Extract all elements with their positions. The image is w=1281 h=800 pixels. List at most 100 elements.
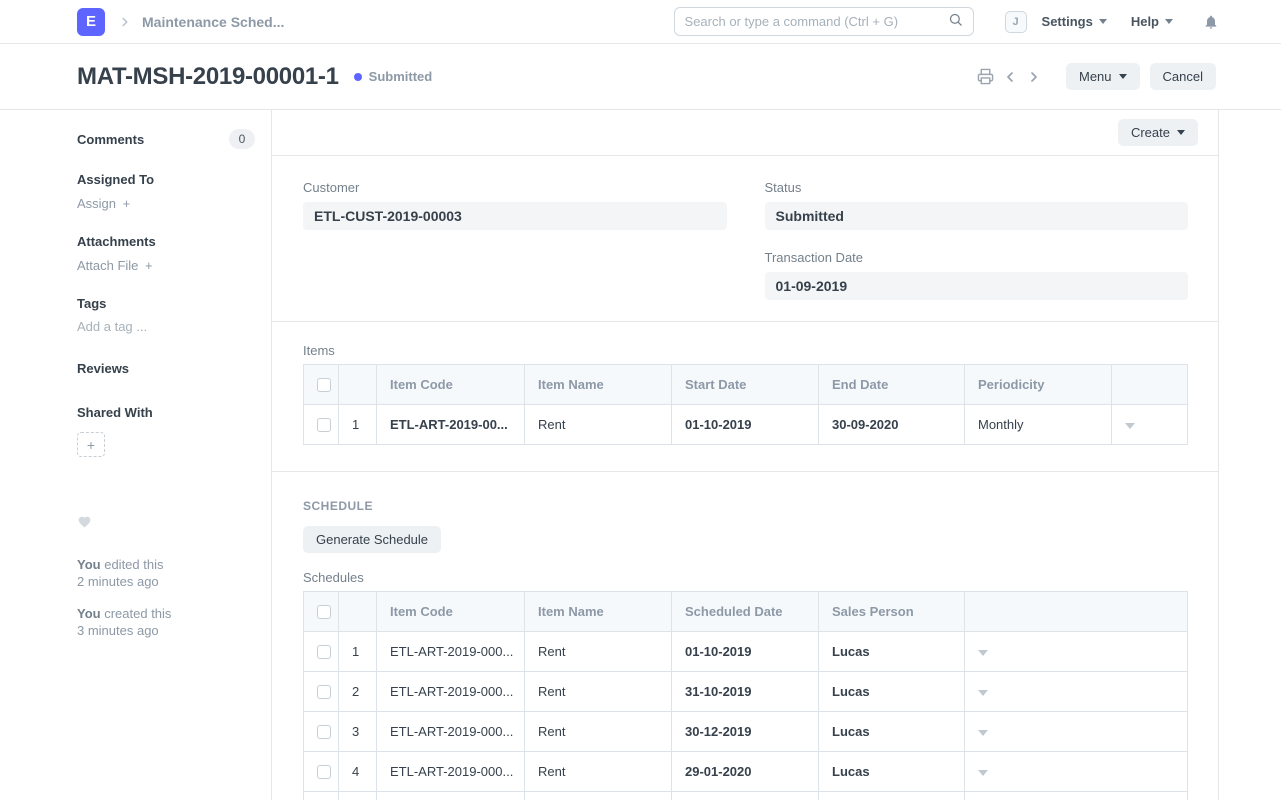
schedules-col-sales-person: Sales Person bbox=[819, 592, 965, 632]
sidebar-item-comments[interactable]: Comments 0 bbox=[77, 129, 255, 149]
activity-action: created this bbox=[104, 606, 171, 621]
global-search bbox=[674, 7, 974, 36]
schedules-col-item-code: Item Code bbox=[377, 592, 525, 632]
shared-with-heading: Shared With bbox=[77, 405, 255, 420]
search-input[interactable] bbox=[685, 14, 948, 29]
items-table-label: Items bbox=[303, 343, 1188, 358]
schedules-table-row: 4 ETL-ART-2019-000... Rent 29-01-2020 Lu… bbox=[304, 752, 1188, 792]
customer-label: Customer bbox=[303, 180, 727, 195]
customer-value: ETL-CUST-2019-00003 bbox=[303, 202, 727, 230]
row-checkbox[interactable] bbox=[317, 725, 331, 739]
comments-label: Comments bbox=[77, 132, 144, 147]
schedules-table-row: 1 ETL-ART-2019-000... Rent 01-10-2019 Lu… bbox=[304, 632, 1188, 672]
activity-entry: You created this 3 minutes ago bbox=[77, 605, 255, 639]
menu-button[interactable]: Menu bbox=[1066, 63, 1140, 90]
row-checkbox[interactable] bbox=[317, 645, 331, 659]
plus-icon: + bbox=[87, 437, 95, 453]
attach-file-link[interactable]: Attach File + bbox=[77, 258, 255, 273]
prev-document-chevron-left-icon[interactable] bbox=[998, 67, 1022, 87]
row-index: 2 bbox=[339, 672, 377, 712]
schedules-table: Item Code Item Name Scheduled Date Sales… bbox=[303, 591, 1188, 800]
status-label: Status bbox=[765, 180, 1189, 195]
item-code-cell: ETL-ART-2019-000... bbox=[377, 632, 525, 672]
settings-menu[interactable]: Settings bbox=[1042, 14, 1107, 29]
user-avatar[interactable]: J bbox=[1005, 11, 1027, 33]
avatar-letter: J bbox=[1012, 16, 1018, 28]
notifications-bell-icon[interactable] bbox=[1199, 12, 1223, 32]
status-text: Submitted bbox=[369, 69, 433, 84]
status-value: Submitted bbox=[765, 202, 1189, 230]
row-index: 4 bbox=[339, 752, 377, 792]
items-col-start-date: Start Date bbox=[672, 365, 819, 405]
item-name-cell: Rent bbox=[525, 672, 672, 712]
start-date-cell: 01-10-2019 bbox=[672, 405, 819, 445]
navbar: E Maintenance Sched... J Settings Help bbox=[0, 0, 1281, 44]
sales-person-cell: Lucas bbox=[819, 712, 965, 752]
create-button[interactable]: Create bbox=[1118, 119, 1198, 146]
cancel-button[interactable]: Cancel bbox=[1150, 63, 1216, 90]
status-dot-icon bbox=[354, 73, 362, 81]
print-icon[interactable] bbox=[973, 66, 998, 87]
create-button-label: Create bbox=[1131, 126, 1170, 139]
help-menu[interactable]: Help bbox=[1131, 14, 1173, 29]
generate-schedule-label: Generate Schedule bbox=[316, 533, 428, 546]
row-index: 3 bbox=[339, 712, 377, 752]
share-add-button[interactable]: + bbox=[77, 432, 105, 457]
row-index: 1 bbox=[339, 632, 377, 672]
attachments-heading: Attachments bbox=[77, 234, 255, 249]
status-field: Status Submitted bbox=[765, 180, 1189, 230]
transaction-date-label: Transaction Date bbox=[765, 250, 1189, 265]
scheduled-date-cell: 29-01-2020 bbox=[672, 752, 819, 792]
schedules-col-actions bbox=[965, 592, 1188, 632]
form-sidebar: Comments 0 Assigned To Assign + Attachme… bbox=[0, 110, 271, 800]
assign-link[interactable]: Assign + bbox=[77, 196, 255, 211]
items-col-item-code: Item Code bbox=[377, 365, 525, 405]
activity-entry: You edited this 2 minutes ago bbox=[77, 556, 255, 590]
items-col-end-date: End Date bbox=[819, 365, 965, 405]
select-all-checkbox[interactable] bbox=[317, 605, 331, 619]
item-code-cell: ETL-ART-2019-000... bbox=[377, 672, 525, 712]
page-body: Comments 0 Assigned To Assign + Attachme… bbox=[0, 110, 1281, 800]
breadcrumb[interactable]: Maintenance Sched... bbox=[142, 14, 284, 30]
schedules-col-item-name: Item Name bbox=[525, 592, 672, 632]
schedules-col-scheduled-date: Scheduled Date bbox=[672, 592, 819, 632]
row-expand-caret-icon[interactable] bbox=[978, 690, 988, 696]
row-checkbox[interactable] bbox=[317, 685, 331, 699]
row-expand-caret-icon[interactable] bbox=[978, 650, 988, 656]
row-expand-caret-icon[interactable] bbox=[978, 770, 988, 776]
app-logo[interactable]: E bbox=[77, 8, 105, 36]
row-checkbox[interactable] bbox=[317, 418, 331, 432]
item-code-cell: ETL-ART-2019-000... bbox=[377, 752, 525, 792]
item-name-cell: Rent bbox=[525, 405, 672, 445]
settings-label: Settings bbox=[1042, 14, 1093, 29]
chevron-down-icon bbox=[1165, 19, 1173, 24]
cancel-button-label: Cancel bbox=[1163, 70, 1203, 83]
activity-actor: You bbox=[77, 606, 101, 621]
chevron-down-icon bbox=[1119, 74, 1127, 79]
like-heart-icon[interactable] bbox=[77, 515, 255, 532]
tags-heading: Tags bbox=[77, 296, 255, 311]
fields-column-right: Status Submitted Transaction Date 01-09-… bbox=[765, 180, 1189, 300]
item-name-cell: Rent bbox=[525, 712, 672, 752]
row-expand-caret-icon[interactable] bbox=[978, 730, 988, 736]
scheduled-date-cell: 30-12-2019 bbox=[672, 712, 819, 752]
chevron-down-icon bbox=[1177, 130, 1185, 135]
transaction-date-value: 01-09-2019 bbox=[765, 272, 1189, 300]
items-col-periodicity: Periodicity bbox=[965, 365, 1112, 405]
breadcrumb-chevron-icon bbox=[118, 15, 132, 29]
scheduled-date-cell: 31-10-2019 bbox=[672, 672, 819, 712]
chevron-down-icon bbox=[1099, 19, 1107, 24]
schedules-table-row-partial bbox=[304, 792, 1188, 800]
generate-schedule-button[interactable]: Generate Schedule bbox=[303, 526, 441, 553]
select-all-checkbox[interactable] bbox=[317, 378, 331, 392]
add-tag-input[interactable]: Add a tag ... bbox=[77, 319, 255, 334]
items-col-item-name: Item Name bbox=[525, 365, 672, 405]
row-expand-caret-icon[interactable] bbox=[1125, 423, 1135, 429]
next-document-chevron-right-icon[interactable] bbox=[1022, 67, 1046, 87]
items-section: Items Item Code Item Name Start Date End… bbox=[272, 322, 1218, 472]
form-card: Create Customer ETL-CUST-2019-00003 Stat… bbox=[271, 110, 1219, 800]
assigned-to-heading: Assigned To bbox=[77, 172, 255, 187]
schedules-table-row: 3 ETL-ART-2019-000... Rent 30-12-2019 Lu… bbox=[304, 712, 1188, 752]
search-icon bbox=[948, 12, 963, 32]
row-checkbox[interactable] bbox=[317, 765, 331, 779]
